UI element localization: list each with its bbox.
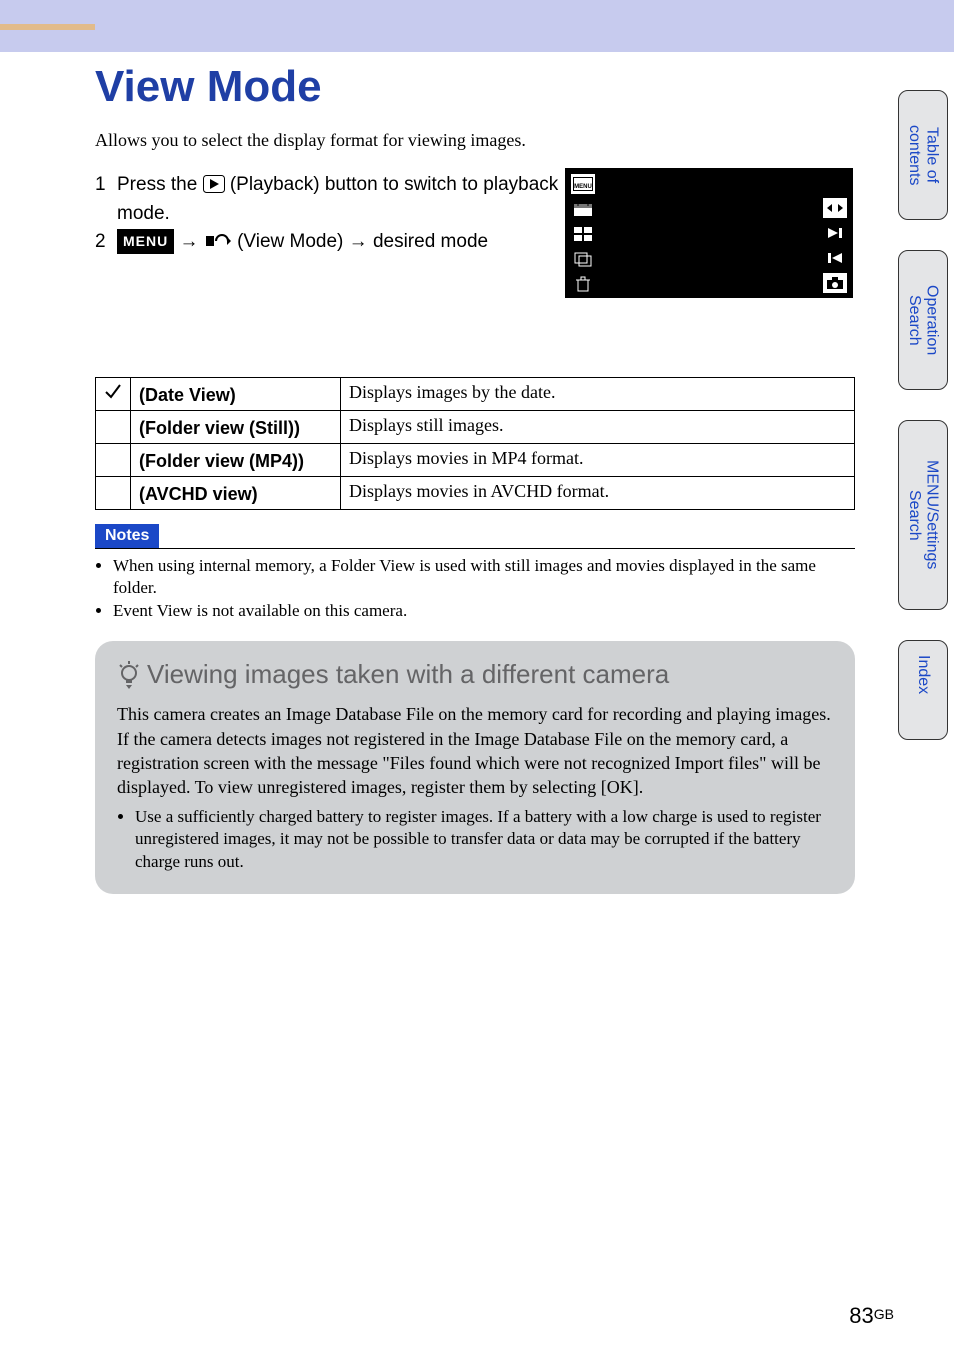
check-icon [104, 382, 122, 400]
figure-next-icon [823, 223, 847, 243]
notes-rule [95, 548, 855, 549]
tip-bullet: Use a sufficiently charged battery to re… [135, 806, 833, 875]
figure-prev-icon [823, 248, 847, 268]
viewmode-icon [204, 232, 232, 250]
tab-label-index: Index [914, 655, 932, 694]
steps-block: 1 Press the (Playback) button to switch … [95, 171, 565, 257]
row-check [96, 410, 131, 443]
row-check [96, 443, 131, 476]
page-number: 83GB [849, 1303, 894, 1329]
tip-bulb-icon [117, 661, 141, 689]
modes-table: (Date View)Displays images by the date. … [95, 377, 855, 510]
row-desc: Displays still images. [341, 410, 855, 443]
step-number-2: 2 [95, 228, 117, 257]
arrow-2: → [349, 231, 368, 252]
notes-list: When using internal memory, a Folder Vie… [113, 555, 855, 624]
arrow-1: → [180, 231, 204, 252]
row-desc: Displays movies in AVCHD format. [341, 476, 855, 509]
tab-label-op: Operation Search [905, 265, 940, 375]
tab-label-toc: Table of contents [905, 105, 940, 205]
tab-index[interactable]: Index [898, 640, 948, 740]
step2-end: desired mode [373, 231, 488, 252]
header-band [0, 0, 954, 52]
step1-text-a: Press the [117, 174, 203, 195]
note-item: When using internal memory, a Folder Vie… [113, 555, 855, 601]
svg-text:MENU: MENU [574, 184, 592, 190]
folder-icon: (Date View) [139, 385, 236, 406]
page-title: View Mode [95, 62, 855, 112]
camera-screen-figure: MENU [565, 168, 853, 298]
row-name: (Folder view (MP4)) [131, 443, 341, 476]
figure-grid-icon [571, 224, 595, 244]
accent-bar [0, 24, 95, 30]
page-number-value: 83 [849, 1303, 873, 1328]
tab-operation-search[interactable]: Operation Search [898, 250, 948, 390]
row-check [96, 377, 131, 410]
row-name: (Folder view (Still)) [131, 410, 341, 443]
folder-icon: (Folder view (MP4)) [139, 451, 304, 472]
page-lang: GB [874, 1306, 894, 1322]
table-row: (Folder view (MP4)) Displays movies in MP… [96, 443, 855, 476]
tab-label-menu: MENU/Settings Search [905, 435, 940, 595]
table-row: (Folder view (Still)) Displays still imag… [96, 410, 855, 443]
figure-menu-icon: MENU [571, 174, 595, 194]
intro-text: Allows you to select the display format … [95, 130, 855, 151]
step-number-1: 1 [95, 171, 117, 228]
figure-trash-icon [571, 274, 595, 294]
menu-icon: MENU [117, 229, 174, 254]
note-item: Event View is not available on this came… [113, 600, 855, 623]
playback-icon [203, 175, 225, 193]
folder-icon: (AVCHD view) [139, 484, 258, 505]
tip-title-text: Viewing images taken with a different ca… [147, 659, 669, 690]
tab-menu-settings-search[interactable]: MENU/Settings Search [898, 420, 948, 610]
row-name: (Date View) [131, 377, 341, 410]
table-row: (AVCHD view) Displays movies in AVCHD for… [96, 476, 855, 509]
notes-label: Notes [95, 524, 159, 548]
tip-bullets: Use a sufficiently charged battery to re… [135, 806, 833, 875]
row-check [96, 476, 131, 509]
table-row: (Date View) Displays images by the date. [96, 377, 855, 410]
row-desc: Displays movies in MP4 format. [341, 443, 855, 476]
figure-stack-icon [571, 249, 595, 269]
figure-camera-icon [823, 273, 847, 293]
folder-icon: (Folder view (Still)) [139, 418, 300, 439]
step2-label: (View Mode) [237, 231, 349, 252]
row-desc: Displays images by the date. [341, 377, 855, 410]
figure-calendar-icon [571, 199, 595, 219]
tip-body-text: This camera creates an Image Database Fi… [117, 704, 831, 797]
row-name: (AVCHD view) [131, 476, 341, 509]
tab-table-of-contents[interactable]: Table of contents [898, 90, 948, 220]
figure-arrows-icon [823, 198, 847, 218]
tip-box: Viewing images taken with a different ca… [95, 641, 855, 894]
